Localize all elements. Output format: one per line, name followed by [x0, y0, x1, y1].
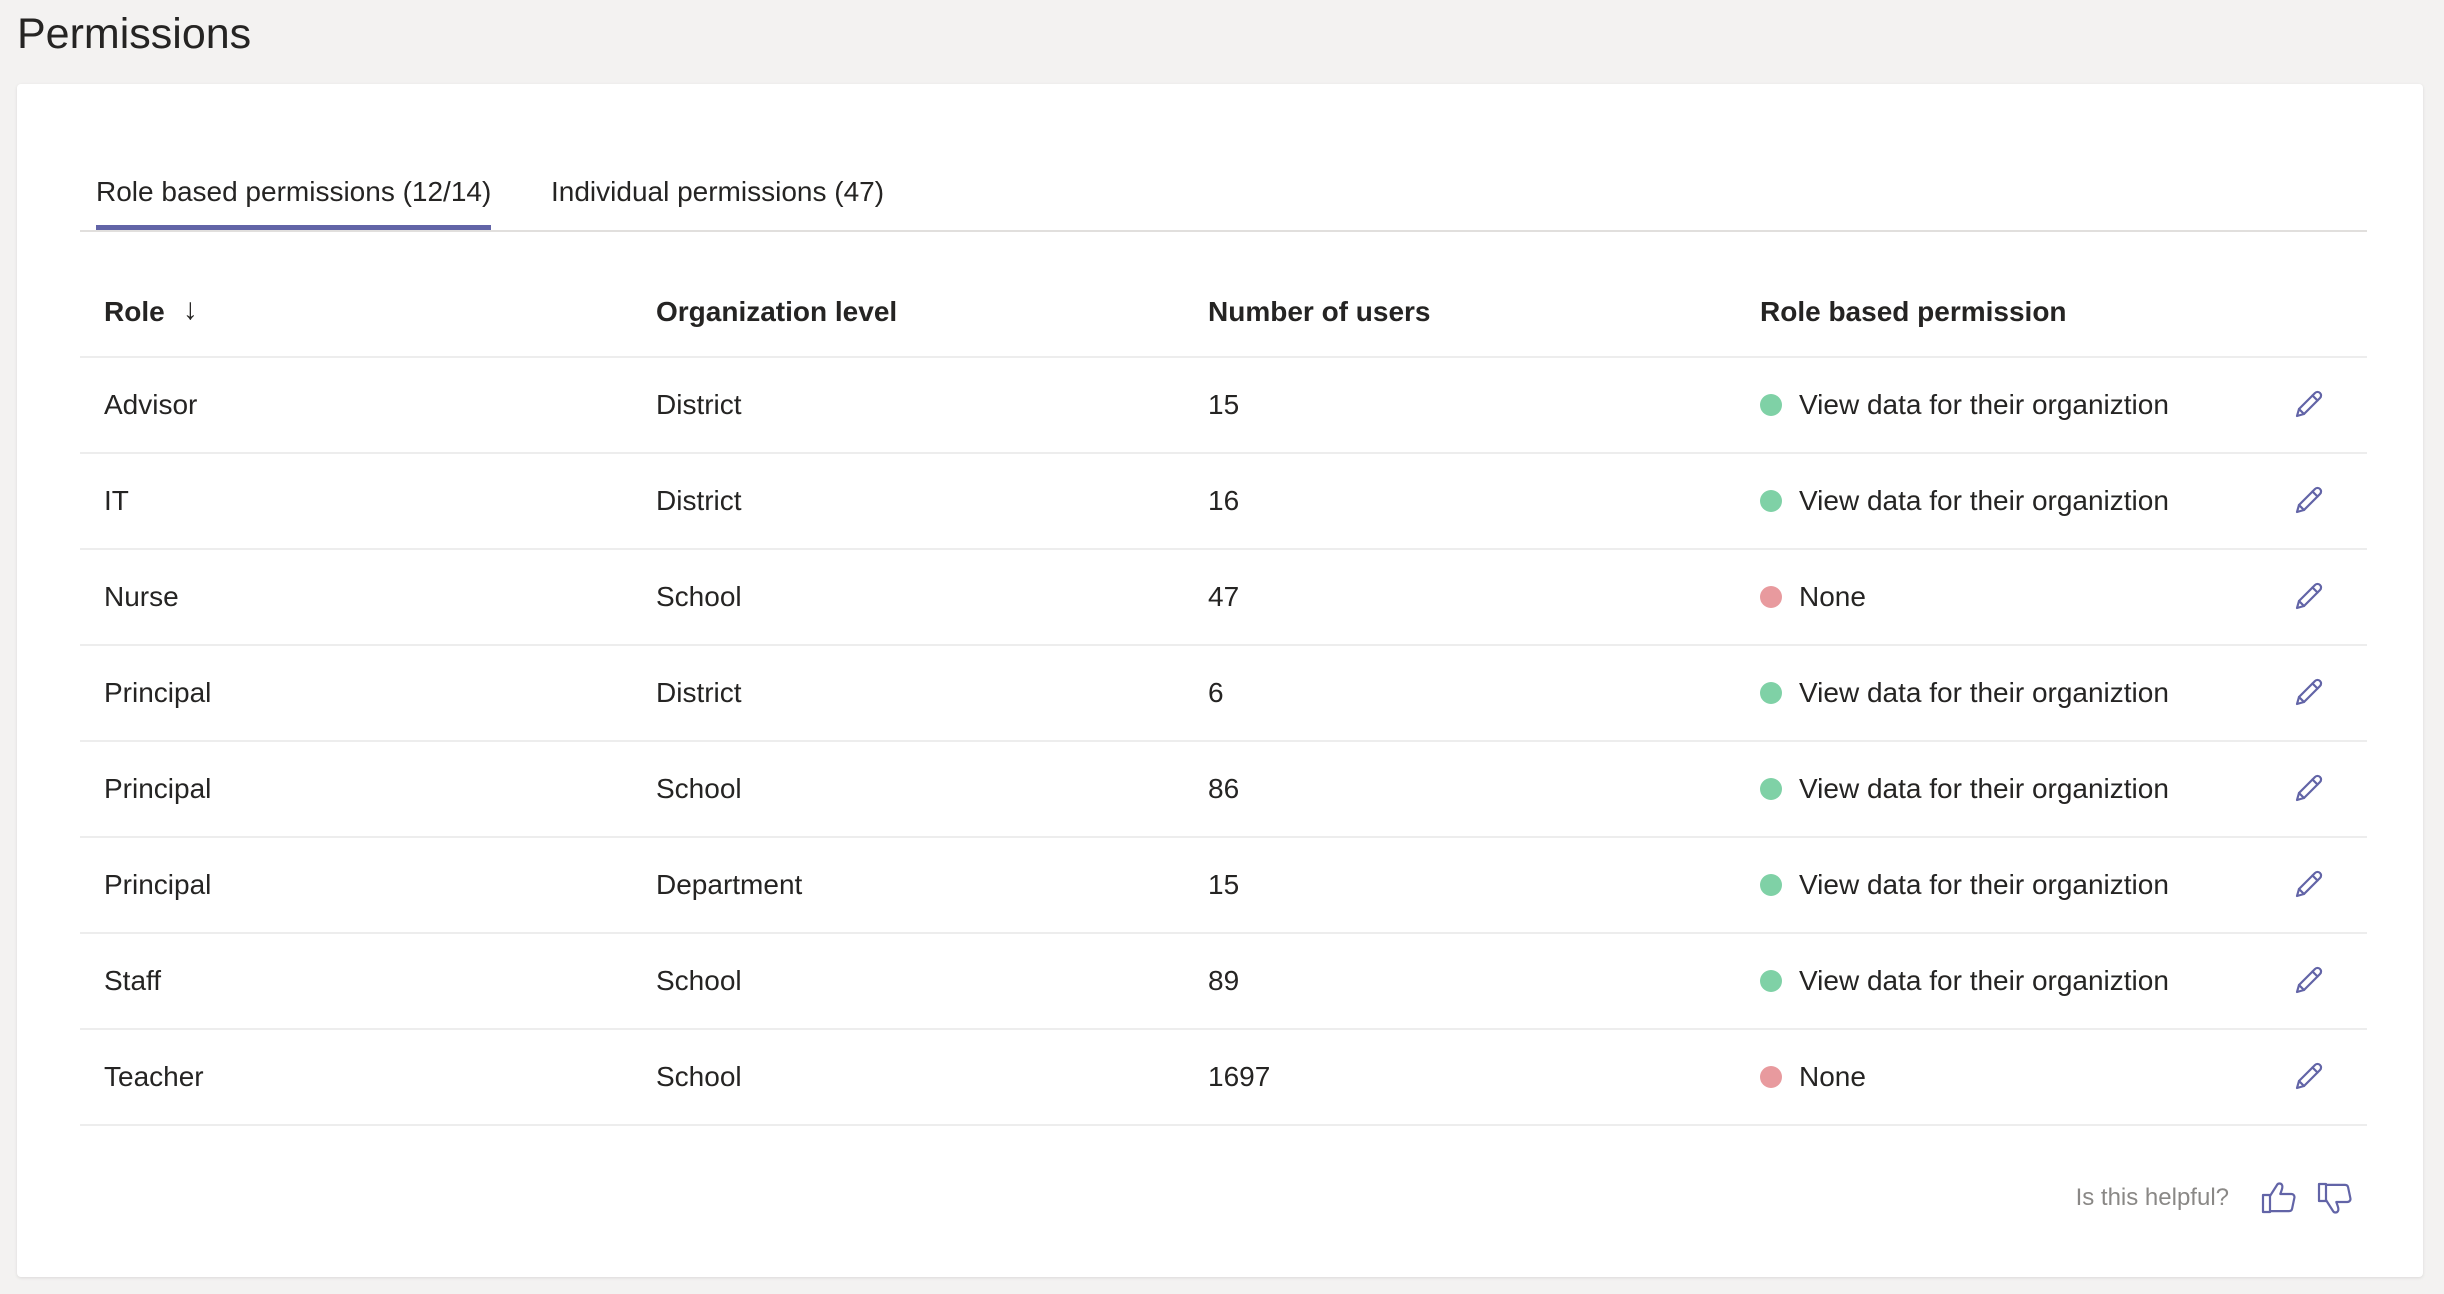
pencil-edit-icon[interactable]	[2289, 386, 2327, 424]
arrow-down-icon[interactable]: ↓	[183, 266, 198, 354]
table-row: Advisor District 15 View data for their org…	[80, 358, 2367, 454]
status-dot	[1760, 777, 1782, 800]
status-dot	[1760, 969, 1782, 992]
pencil-edit-icon[interactable]	[2289, 482, 2327, 520]
permission-label: View data for their organiztion	[1799, 965, 2169, 996]
table-row: IT District 16 View data for their organizt…	[80, 454, 2367, 550]
cell-number-of-users: 89	[1208, 965, 1240, 996]
permission-label: View data for their organiztion	[1799, 677, 2169, 708]
cell-organization-level: School	[656, 581, 742, 612]
cell-organization-level: School	[656, 1061, 742, 1092]
permission-label: None	[1799, 1061, 1866, 1092]
permission-label: View data for their organiztion	[1799, 389, 2169, 420]
pencil-edit-icon[interactable]	[2289, 1058, 2327, 1096]
permission-label: None	[1799, 581, 1866, 612]
cell-number-of-users: 6	[1208, 677, 1224, 708]
column-header-role-label: Role	[104, 296, 165, 327]
permission-label: View data for their organiztion	[1799, 485, 2169, 516]
pencil-edit-icon[interactable]	[2289, 674, 2327, 712]
table-body: Advisor District 15 View data for their org…	[80, 358, 2367, 1126]
cell-role-based-permission: View data for their organiztion	[1760, 454, 2169, 548]
status-dot	[1760, 681, 1782, 704]
cell-role: Teacher	[104, 1061, 204, 1092]
tab-bar: Role based permissions (12/14) Individua…	[80, 154, 2367, 232]
cell-role-based-permission: None	[1760, 1030, 1866, 1124]
cell-role-based-permission: View data for their organiztion	[1760, 838, 2169, 932]
cell-number-of-users: 15	[1208, 389, 1240, 420]
cell-role-based-permission: None	[1760, 550, 1866, 644]
cell-organization-level: District	[656, 485, 742, 516]
cell-organization-level: School	[656, 773, 742, 804]
column-header-role[interactable]: Role ↓	[104, 268, 198, 356]
cell-role: Staff	[104, 965, 162, 996]
page-title: Permissions	[17, 10, 252, 58]
permissions-table: Role ↓ Organization level Number of users…	[80, 268, 2367, 1126]
pencil-edit-icon[interactable]	[2289, 578, 2327, 616]
pencil-edit-icon[interactable]	[2289, 866, 2327, 904]
cell-role: Advisor	[104, 389, 198, 420]
table-row: Staff School 89 View data for their organiz…	[80, 934, 2367, 1030]
cell-role-based-permission: View data for their organiztion	[1760, 742, 2169, 836]
status-dot	[1760, 489, 1782, 512]
table-row: Teacher School 1697 None	[80, 1030, 2367, 1126]
table-row: Principal Department 15 View data for their…	[80, 838, 2367, 934]
tab-role-based-permissions[interactable]: Role based permissions (12/14)	[96, 154, 492, 230]
cell-role: Principal	[104, 869, 212, 900]
cell-organization-level: District	[656, 677, 742, 708]
table-row: Principal District 6 View data for their or…	[80, 646, 2367, 742]
cell-role-based-permission: View data for their organiztion	[1760, 358, 2169, 452]
column-header-role-based-permission[interactable]: Role based permission	[1760, 268, 2067, 356]
cell-number-of-users: 47	[1208, 581, 1240, 612]
column-header-number-of-users[interactable]: Number of users	[1208, 268, 1431, 356]
thumbs-up-icon[interactable]	[2259, 1178, 2299, 1218]
status-dot	[1760, 1065, 1782, 1088]
pencil-edit-icon[interactable]	[2289, 962, 2327, 1000]
cell-number-of-users: 16	[1208, 485, 1240, 516]
table-row: Principal School 86 View data for their org…	[80, 742, 2367, 838]
cell-role: Nurse	[104, 581, 179, 612]
cell-number-of-users: 15	[1208, 869, 1240, 900]
feedback-bar: Is this helpful?	[2076, 1178, 2355, 1218]
thumbs-down-icon[interactable]	[2315, 1178, 2355, 1218]
feedback-label: Is this helpful?	[2075, 1184, 2229, 1211]
cell-role: IT	[104, 485, 129, 516]
tab-individual-permissions[interactable]: Individual permissions (47)	[551, 154, 884, 230]
cell-role: Principal	[104, 677, 212, 708]
status-dot	[1760, 873, 1782, 896]
cell-organization-level: District	[656, 389, 742, 420]
status-dot	[1760, 393, 1782, 416]
table-header: Role ↓ Organization level Number of users…	[80, 268, 2367, 358]
pencil-edit-icon[interactable]	[2289, 770, 2327, 808]
cell-organization-level: Department	[656, 869, 803, 900]
permissions-card: Role based permissions (12/14) Individua…	[17, 84, 2423, 1277]
permission-label: View data for their organiztion	[1799, 869, 2169, 900]
permission-label: View data for their organiztion	[1799, 773, 2169, 804]
cell-number-of-users: 1697	[1208, 1061, 1271, 1092]
status-dot	[1760, 585, 1782, 608]
cell-role-based-permission: View data for their organiztion	[1760, 646, 2169, 740]
column-header-organization-level[interactable]: Organization level	[656, 268, 897, 356]
table-row: Nurse School 47 None	[80, 550, 2367, 646]
cell-role-based-permission: View data for their organiztion	[1760, 934, 2169, 1028]
cell-organization-level: School	[656, 965, 742, 996]
cell-number-of-users: 86	[1208, 773, 1240, 804]
cell-role: Principal	[104, 773, 212, 804]
